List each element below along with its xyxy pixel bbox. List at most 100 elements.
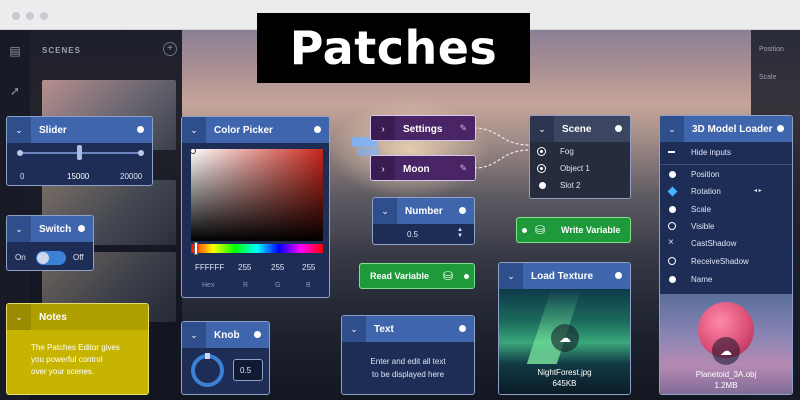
load-texture-title: Load Texture — [531, 270, 594, 282]
model-input-label: CastShadow — [691, 239, 737, 248]
text-node-body[interactable]: Enter and edit all text to be displayed … — [342, 355, 474, 381]
read-variable-title: Read Variable — [370, 271, 430, 281]
output-port[interactable] — [615, 125, 622, 132]
edit-icon[interactable]: ✎ — [459, 163, 467, 174]
cross-icon[interactable]: × — [668, 237, 674, 248]
app-window: ▤ ➚ ▭ SCENES + Position Scale Patches ⌄S… — [0, 0, 800, 400]
output-port[interactable] — [254, 331, 261, 338]
model-preview[interactable]: ☁ Planetoid_3A.obj 1.2MB — [660, 294, 792, 394]
b-value[interactable]: 255 — [302, 263, 315, 272]
model-input-label: Position — [691, 170, 720, 179]
chevron-down-icon[interactable]: ⌄ — [7, 304, 31, 330]
text-line: Enter and edit all text — [370, 357, 446, 366]
color-picker-title: Color Picker — [214, 124, 273, 136]
slider-thumb[interactable] — [76, 145, 82, 160]
chevron-down-icon[interactable]: ⌄ — [530, 116, 554, 142]
settings-node[interactable]: › Settings ✎ — [370, 115, 476, 141]
chevron-down-icon[interactable]: ⌄ — [7, 117, 31, 143]
output-port[interactable] — [459, 325, 466, 332]
input-port[interactable] — [539, 182, 546, 189]
edit-icon[interactable]: ✎ — [459, 123, 467, 134]
knob-node[interactable]: ⌄ Knob 0.5 — [181, 321, 270, 395]
scene-item-label: Object 1 — [560, 164, 590, 173]
input-port[interactable] — [669, 206, 676, 213]
color-cursor[interactable] — [190, 148, 196, 154]
database-icon: ⛁ — [535, 223, 546, 237]
input-port[interactable] — [538, 148, 545, 155]
chevron-down-icon[interactable]: ⌄ — [499, 263, 523, 289]
switch-node[interactable]: ⌄ Switch On Off — [6, 215, 94, 271]
slider-value: 15000 — [67, 172, 90, 181]
chevron-down-icon[interactable]: ⌄ — [182, 322, 206, 348]
output-port[interactable] — [777, 125, 784, 132]
output-port[interactable] — [78, 225, 85, 232]
write-variable-node[interactable]: ⛁ Write Variable — [516, 217, 631, 243]
model-loader-title: 3D Model Loader — [692, 123, 773, 135]
connection-moon-scene — [473, 149, 531, 169]
chevron-down-icon[interactable]: ⌄ — [182, 117, 206, 143]
color-saturation-area[interactable] — [191, 149, 323, 241]
color-picker-node[interactable]: ⌄ Color Picker FFFFFF 255 255 255 Hex R G… — [181, 116, 330, 298]
output-port[interactable] — [459, 207, 466, 214]
model-input-label: ReceiveShadow — [691, 257, 749, 266]
hue-thumb[interactable] — [194, 242, 198, 255]
switch-toggle[interactable] — [36, 251, 66, 265]
output-port[interactable] — [615, 272, 622, 279]
moon-node[interactable]: › Moon ✎ — [370, 155, 476, 181]
g-value[interactable]: 255 — [271, 263, 284, 272]
knob-marker — [205, 353, 210, 359]
database-icon: ⛁ — [443, 269, 454, 283]
chevron-right-icon[interactable]: › — [371, 116, 395, 140]
chevron-right-icon[interactable]: › — [371, 156, 395, 180]
upload-cloud-icon[interactable]: ☁ — [551, 324, 579, 352]
chevron-down-icon[interactable]: ⌄ — [660, 116, 684, 142]
notes-text: The Patches Editor gives you powerful co… — [31, 342, 120, 378]
toggle-off-icon[interactable] — [668, 257, 676, 265]
output-port[interactable] — [462, 272, 471, 281]
upload-cloud-icon[interactable]: ☁ — [712, 337, 740, 365]
scene-node[interactable]: ⌄ Scene Fog Object 1 Slot 2 — [529, 115, 631, 199]
input-port[interactable] — [669, 276, 676, 283]
hue-slider[interactable] — [191, 244, 323, 253]
input-port[interactable] — [669, 171, 676, 178]
notes-line: you powerful control — [31, 355, 103, 364]
hex-label: Hex — [202, 282, 215, 289]
chevron-down-icon[interactable]: ⌄ — [7, 216, 31, 242]
knob-value: 0.5 — [240, 366, 252, 375]
knob-value-field[interactable]: 0.5 — [233, 359, 263, 381]
r-value[interactable]: 255 — [238, 263, 251, 272]
settings-title: Settings — [403, 123, 443, 135]
texture-preview[interactable]: ☁ NightForest.jpg 645KB — [499, 289, 630, 394]
load-texture-node[interactable]: ⌄ Load Texture ☁ NightForest.jpg 645KB — [498, 262, 631, 395]
model-input-label: Name — [691, 275, 713, 284]
output-port[interactable] — [137, 126, 144, 133]
text-node[interactable]: ⌄ Text Enter and edit all text to be disp… — [341, 315, 475, 395]
input-port[interactable] — [538, 165, 545, 172]
r-label: R — [243, 282, 249, 289]
stepper-icon[interactable]: ◂ ▸ — [754, 187, 762, 194]
read-variable-node[interactable]: Read Variable ⛁ — [359, 263, 475, 289]
texture-file-size: 645KB — [552, 379, 577, 388]
model-loader-node[interactable]: ⌄ 3D Model Loader Hide inputs Position Ro… — [659, 115, 793, 395]
notes-title: Notes — [39, 311, 67, 323]
number-node[interactable]: ⌄ Number 0.5 ▲ ▼ — [372, 197, 475, 245]
input-port[interactable] — [520, 226, 529, 235]
connection-settings-scene — [473, 127, 531, 146]
minus-icon — [668, 151, 675, 153]
write-variable-title: Write Variable — [561, 225, 621, 235]
stepper-icon[interactable]: ▲ ▼ — [457, 227, 463, 239]
chevron-down-icon[interactable]: ⌄ — [373, 198, 397, 224]
b-label: B — [306, 282, 311, 289]
chevron-down-icon[interactable]: ⌄ — [342, 316, 366, 342]
hex-value[interactable]: FFFFFF — [195, 263, 224, 272]
switch-off-label: Off — [73, 253, 84, 262]
toggle-off-icon[interactable] — [668, 222, 676, 230]
diamond-port-icon[interactable] — [667, 186, 678, 197]
output-port[interactable] — [314, 126, 321, 133]
slider-node[interactable]: ⌄ Slider 0 15000 20000 — [6, 116, 153, 186]
knob-dial[interactable] — [191, 353, 224, 387]
scene-item-label: Slot 2 — [560, 181, 581, 190]
slider-tick — [138, 150, 144, 156]
notes-node[interactable]: ⌄ Notes The Patches Editor gives you powe… — [6, 303, 149, 395]
number-value[interactable]: 0.5 — [407, 230, 418, 239]
